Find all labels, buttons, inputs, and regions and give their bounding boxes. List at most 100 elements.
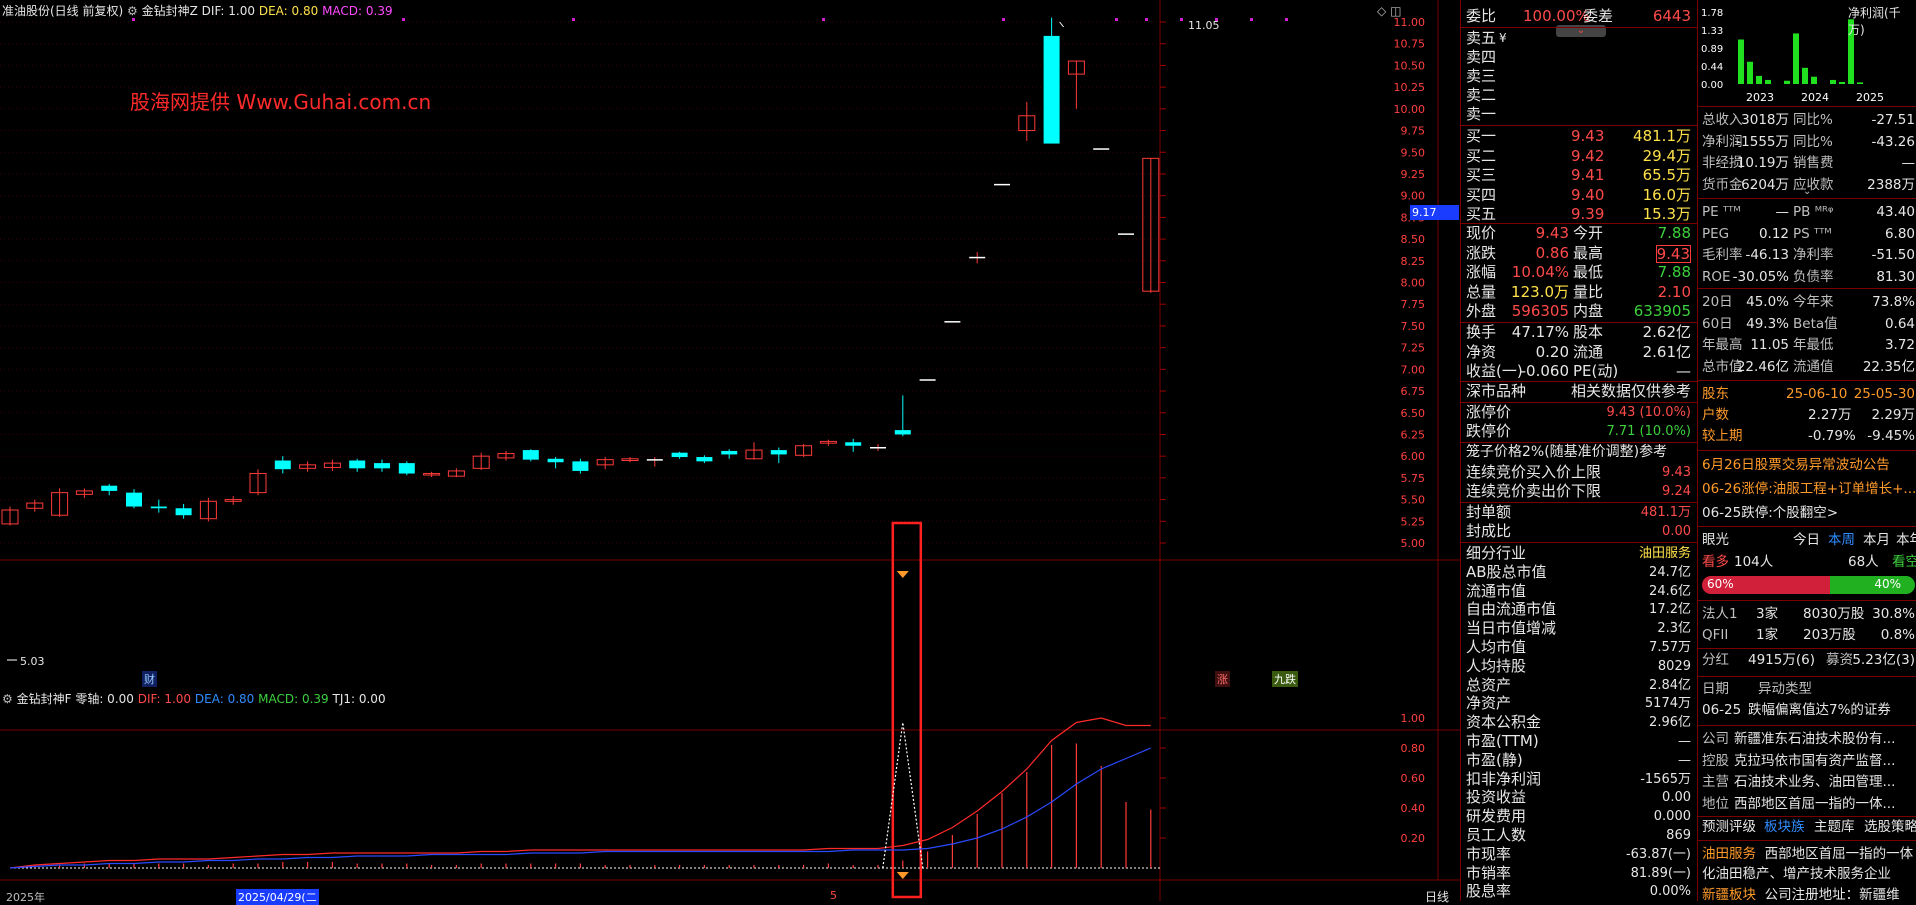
inst-count: 3家 <box>1756 606 1779 622</box>
candle <box>1018 101 1036 141</box>
abnormal-row[interactable]: 06-25 跌幅偏离值达7%的证券 <box>1698 700 1916 721</box>
sell5-row[interactable]: 卖五 ¥ <box>1461 29 1697 48</box>
divider <box>1698 676 1916 677</box>
company-row: 控股 克拉玛依市国有资产监督... <box>1698 751 1916 772</box>
bull-bear-bar[interactable]: 60% 40% <box>1702 576 1915 594</box>
inst-label: QFII <box>1702 627 1729 643</box>
buy-label: 买三 <box>1466 166 1497 184</box>
sell2-row[interactable]: 卖二 <box>1461 86 1697 105</box>
buy-label: 买二 <box>1466 146 1497 165</box>
tab-forecast[interactable]: 预测评级 <box>1702 817 1756 838</box>
diamond-icon[interactable]: ◇ <box>1377 4 1386 18</box>
fund-value: 869 <box>1666 828 1691 843</box>
company-value[interactable]: 克拉玛依市国有资产监督... <box>1734 751 1895 772</box>
chevron-down-icon[interactable]: ⌄ <box>1803 186 1811 197</box>
divider <box>1461 542 1697 543</box>
fund-label: 总资产 <box>1466 675 1512 694</box>
stat-label: 收益(一) <box>1466 362 1523 380</box>
buy-price: 9.39 <box>1571 205 1605 223</box>
limit-down-row: 跌停价 7.71 (10.0%) <box>1461 422 1697 441</box>
fund-value: 7.57万 <box>1649 640 1691 655</box>
region-desc: 新疆板块 公司注册地址：新疆维 <box>1702 885 1914 901</box>
market-row: 深市品种 相关数据仅供参考 <box>1461 382 1697 401</box>
fold-icon[interactable]: ◫ <box>1390 4 1401 18</box>
news-link[interactable]: 06-26涨停:油服工程+订单增长+... <box>1702 479 1916 500</box>
sector-label[interactable]: 油田服务 <box>1702 846 1756 862</box>
ratio-value: 6.80 <box>1884 225 1915 242</box>
stat-label: 涨幅 <box>1466 263 1497 281</box>
candle-body <box>274 460 291 470</box>
buy-row[interactable]: 买三 9.41 65.5万 <box>1461 166 1697 185</box>
price-tick-label: 9.75 <box>1401 125 1426 138</box>
tab-week[interactable]: 本周 <box>1828 530 1855 551</box>
buy-volume: 16.0万 <box>1642 185 1691 204</box>
fund-value: 5174万 <box>1644 696 1691 712</box>
fund-row: 资本公积金 2.96亿 <box>1461 713 1697 732</box>
tab-sector-family[interactable]: 板块族 <box>1764 817 1805 838</box>
candle-body <box>1093 148 1110 150</box>
ratio-label: 毛利率 <box>1702 247 1743 263</box>
perf-label: 今年来 <box>1793 294 1834 310</box>
buy-row[interactable]: 买一 9.43 481.1万 <box>1461 127 1697 146</box>
fund-value: 8029 <box>1657 658 1691 674</box>
fin-row: 总收入 3018万 同比% -27.51 <box>1698 110 1916 131</box>
sub-tick-label: 0.60 <box>1401 772 1426 785</box>
fund-row: 市盈(静) — <box>1461 751 1697 770</box>
price-tick-label: 6.50 <box>1401 407 1426 420</box>
company-value[interactable]: 新疆准东石油技术股份有... <box>1734 729 1895 750</box>
buy-row[interactable]: 买四 9.40 16.0万 <box>1461 186 1697 205</box>
sub-settings-icon[interactable]: ⚙ <box>2 692 13 706</box>
bull-pct: 60% <box>1707 577 1734 591</box>
price-tick-label: 5.25 <box>1401 515 1426 528</box>
company-value[interactable]: 西部地区首屈一指的一体... <box>1734 794 1895 815</box>
perf-row: 60日 49.3% Beta值 0.64 <box>1698 314 1916 335</box>
indicator-name[interactable]: 金钻封神Z <box>142 4 198 18</box>
tab-theme[interactable]: 主题库 <box>1814 817 1855 838</box>
sell4-row[interactable]: 卖四 <box>1461 48 1697 67</box>
axis-mark: 5 <box>830 889 837 902</box>
ratio-row: 毛利率 -46.13 净利率 -51.50 <box>1698 245 1916 266</box>
low-label: 5.03 <box>20 655 45 668</box>
price-tick-label: 8.25 <box>1401 255 1426 268</box>
settings-icon[interactable]: ⚙ <box>127 4 138 18</box>
sub-indicator-name[interactable]: 金钻封神F <box>17 692 72 706</box>
fund-row: 流通市值 24.6亿 <box>1461 582 1697 601</box>
buy-row[interactable]: 买二 9.42 29.4万 <box>1461 147 1697 166</box>
tab-today[interactable]: 今日 <box>1793 530 1820 551</box>
period-label[interactable]: 日线 <box>1425 888 1449 905</box>
fin-label: 总收入 <box>1702 112 1743 128</box>
candle-body <box>646 459 663 461</box>
event-zhang[interactable]: 涨 <box>1215 671 1230 687</box>
signal-dot <box>822 18 825 21</box>
news-link[interactable]: 06-25跌停:个股翻空> <box>1702 503 1838 524</box>
tab-month[interactable]: 本月 <box>1863 530 1890 551</box>
stat-label: 流通 <box>1573 342 1604 361</box>
event-jiudie[interactable]: 九跌 <box>1272 671 1298 687</box>
cage-note: 笼子价格2%(随基准价调整)参考 <box>1466 444 1668 460</box>
candle <box>1043 17 1060 144</box>
vision-tabs: 眼光 今日 本周 本月 本年 <box>1698 530 1916 551</box>
sell3-row[interactable]: 卖三 <box>1461 67 1697 86</box>
candle <box>845 438 862 452</box>
candle-body <box>919 379 936 381</box>
tab-year[interactable]: 本年 <box>1896 530 1916 551</box>
seal-ratio-row: 封成比 0.00 <box>1461 522 1697 541</box>
region-label[interactable]: 新疆板块 <box>1702 887 1756 901</box>
stat-value: 0.20 <box>1535 342 1569 361</box>
perf-label: Beta值 <box>1793 315 1838 332</box>
buy-row[interactable]: 买五 9.39 15.3万 <box>1461 205 1697 224</box>
event-cai[interactable]: 财 <box>142 671 157 687</box>
tab-strategy[interactable]: 选股策略 <box>1864 817 1916 838</box>
divider <box>1698 288 1916 289</box>
sell1-row[interactable]: 卖一 <box>1461 105 1697 124</box>
candle-body <box>398 463 415 474</box>
kline-chart-area[interactable]: 11.00 10.75 10.50 10.25 10.00 9.75 9.50 9.25 9.0… <box>0 0 1460 905</box>
news-link[interactable]: 6月26日股票交易异常波动公告 <box>1702 455 1890 476</box>
company-row: 地位 西部地区首屈一指的一体... <box>1698 794 1916 815</box>
perf-row: 总市值 22.46亿 流通值 22.35亿 <box>1698 357 1916 378</box>
company-value[interactable]: 石油技术业务、油田管理... <box>1734 772 1895 793</box>
candle <box>1093 148 1110 150</box>
candle <box>870 444 886 451</box>
kline-svg[interactable]: 11.0010.7510.5010.2510.009.759.509.259.0… <box>0 0 1460 901</box>
inst-shares: 8030万股 <box>1803 606 1865 622</box>
